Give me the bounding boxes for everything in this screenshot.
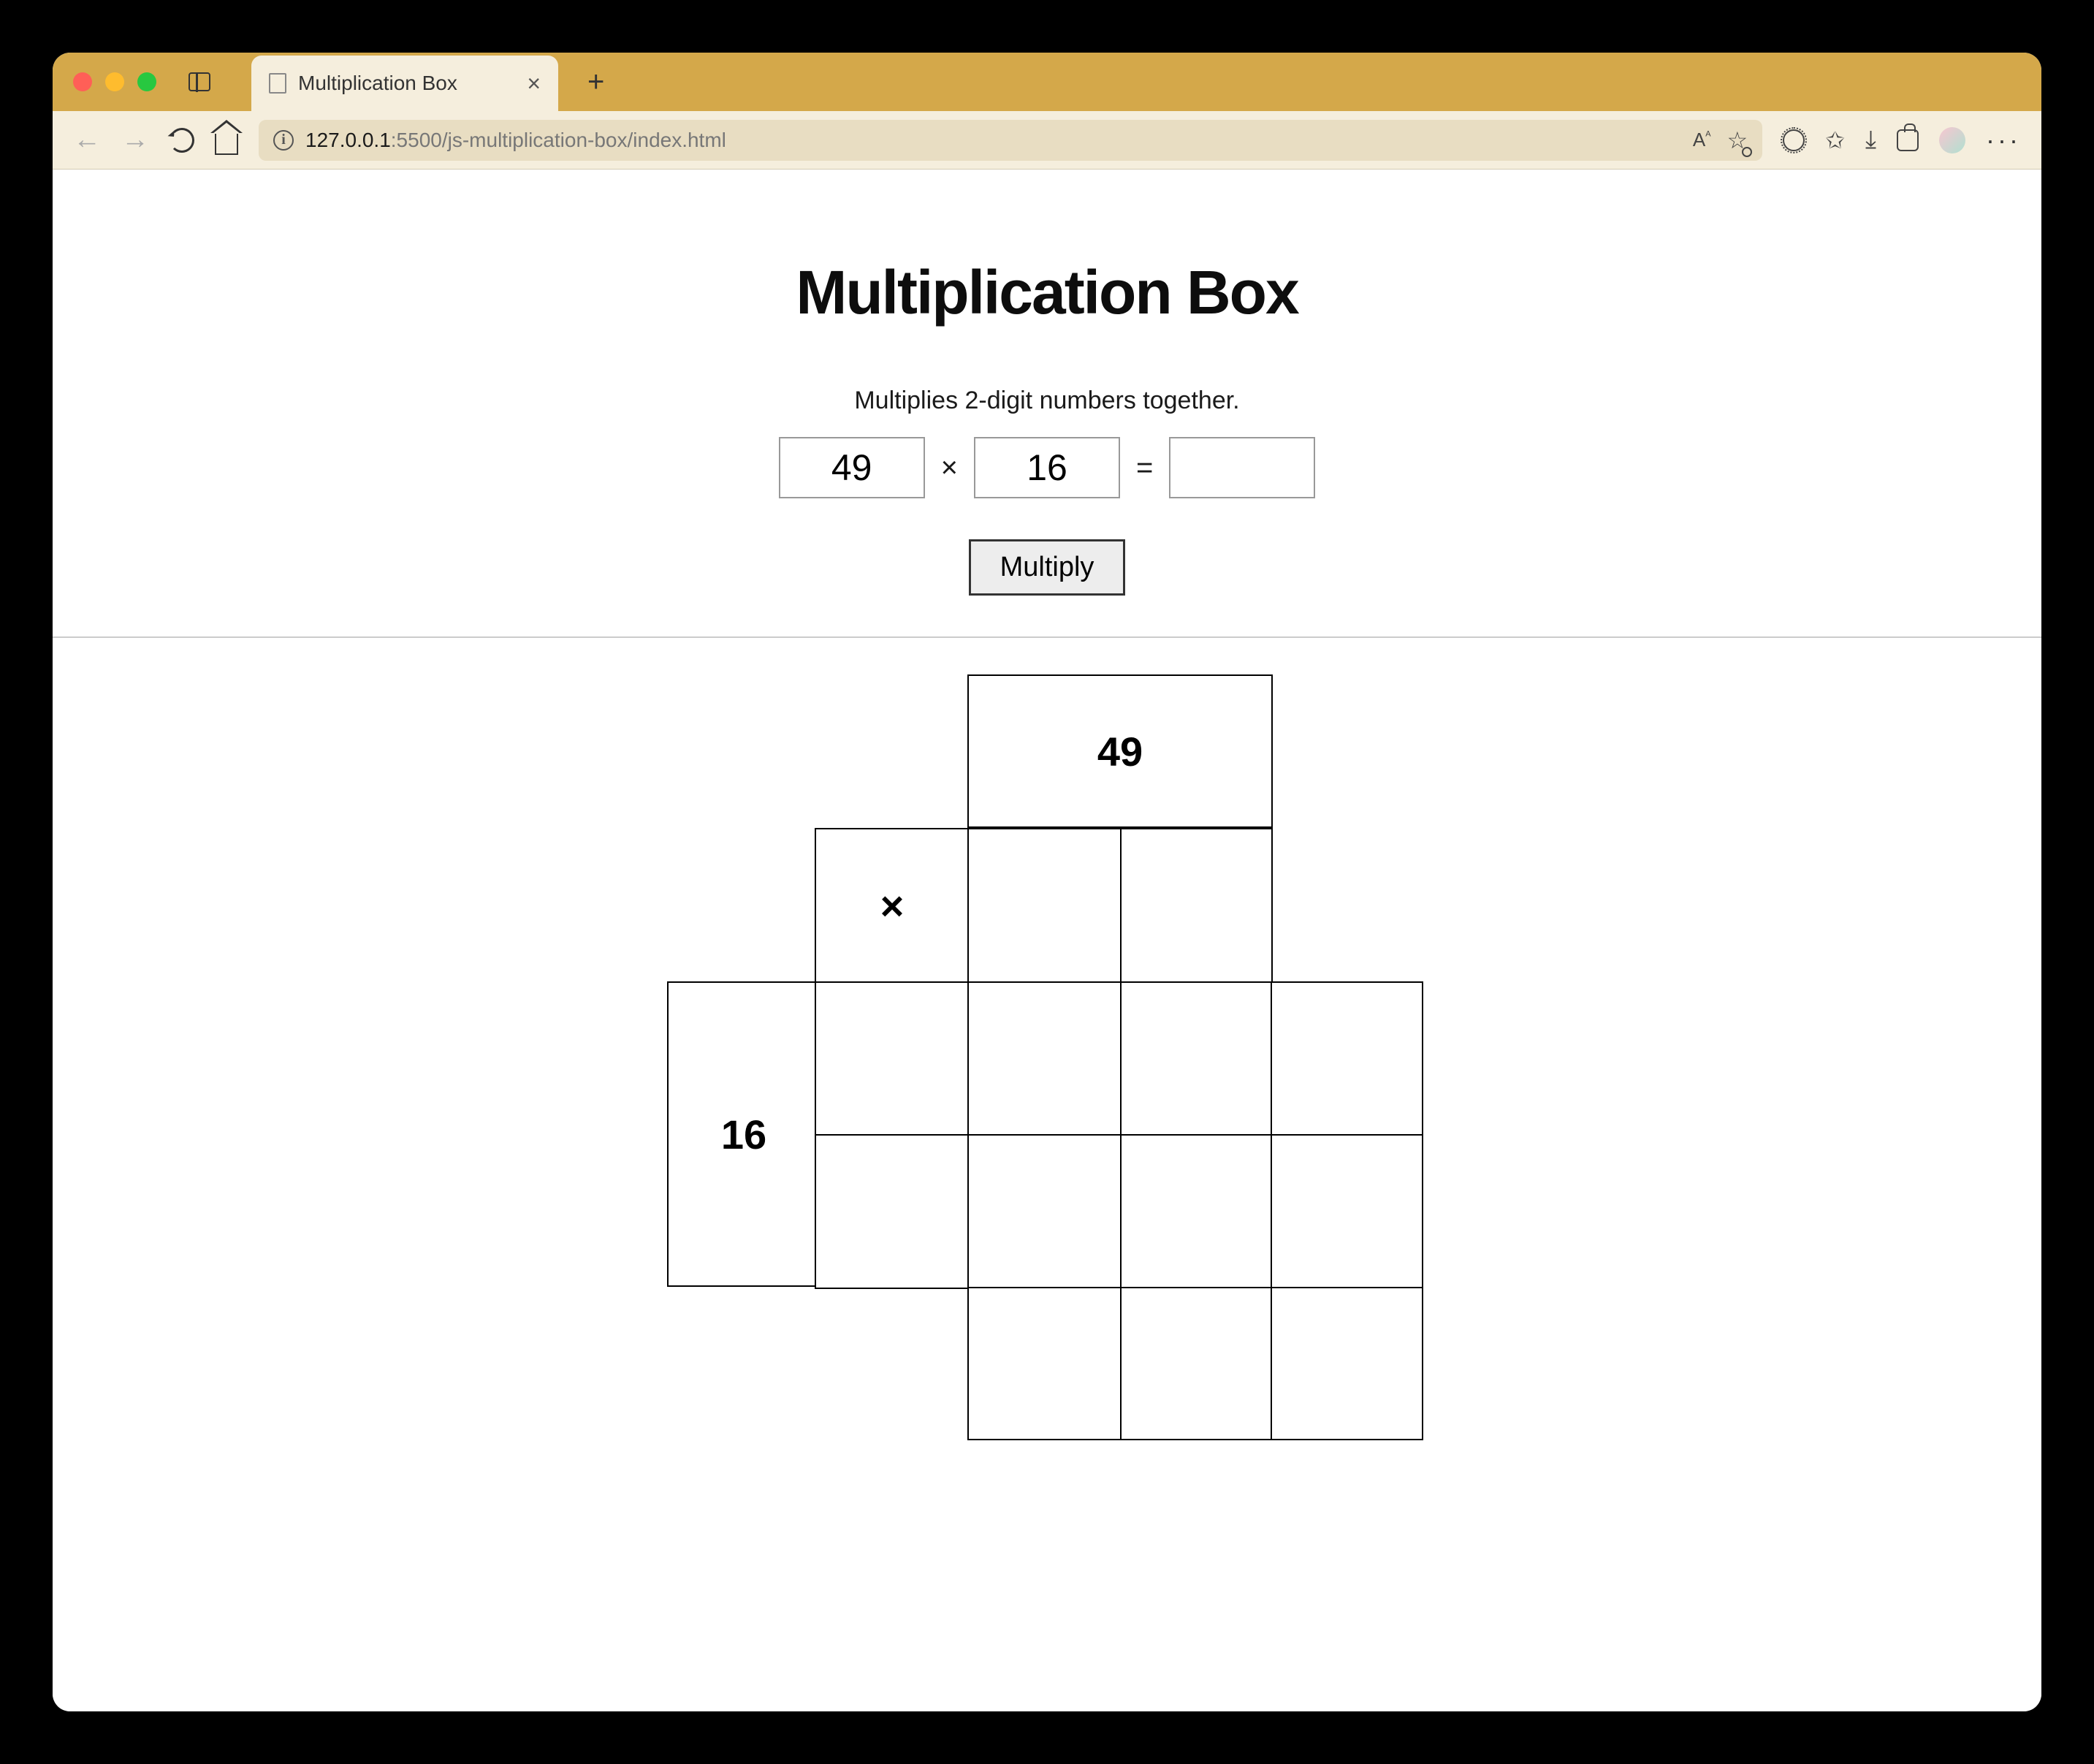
page-content: Multiplication Box Multiplies 2-digit nu…: [53, 170, 2041, 1449]
diagram-times-cell: ×: [815, 828, 970, 984]
diagram-cell-r4c2: [967, 1287, 1122, 1440]
diagram-cell-r2c4: [1271, 981, 1423, 1136]
page-icon: [269, 73, 286, 94]
operand-b-input[interactable]: [974, 437, 1120, 498]
window-controls: [73, 72, 156, 91]
section-divider: [53, 636, 2041, 638]
diagram-cell-r2c3: [1120, 981, 1273, 1136]
browser-window: Multiplication Box × + ← → i 127.0.0.1:5…: [53, 53, 2041, 1711]
browser-toolbar: ← → i 127.0.0.1:5500/js-multiplication-b…: [53, 111, 2041, 170]
diagram-cell-r2c2: [967, 981, 1122, 1136]
tab-overview-icon[interactable]: [189, 72, 210, 91]
downloads-icon[interactable]: ⤓: [1865, 126, 1876, 154]
address-bar[interactable]: i 127.0.0.1:5500/js-multiplication-box/i…: [259, 120, 1762, 161]
tab-title: Multiplication Box: [298, 72, 515, 95]
diagram-cell-r3c3: [1120, 1134, 1273, 1289]
diagram-cell-r3c2: [967, 1134, 1122, 1289]
multiplication-diagram: 49 16 ×: [667, 674, 1427, 1449]
result-input[interactable]: [1169, 437, 1315, 498]
profile-avatar-icon[interactable]: [1939, 127, 1965, 153]
favorite-star-icon[interactable]: ☆: [1727, 126, 1748, 154]
page-viewport: Multiplication Box Multiplies 2-digit nu…: [53, 170, 2041, 1711]
page-title: Multiplication Box: [53, 257, 2041, 328]
url-text: 127.0.0.1:5500/js-multiplication-box/ind…: [305, 129, 726, 152]
forward-icon[interactable]: →: [121, 124, 149, 156]
input-row: × =: [53, 437, 2041, 498]
titlebar: Multiplication Box × +: [53, 53, 2041, 111]
tab-close-icon[interactable]: ×: [527, 70, 541, 97]
diagram-cell-r1c3: [1120, 828, 1273, 984]
url-path: :5500/js-multiplication-box/index.html: [391, 129, 726, 151]
text-size-icon[interactable]: Aᴬ: [1693, 129, 1711, 151]
operand-a-input[interactable]: [779, 437, 925, 498]
times-symbol: ×: [937, 452, 962, 484]
diagram-top-value: 49: [967, 674, 1273, 828]
page-subtitle: Multiplies 2-digit numbers together.: [53, 387, 2041, 415]
diagram-cell-r1c2: [967, 828, 1122, 984]
url-host: 127.0.0.1: [305, 129, 391, 151]
home-icon[interactable]: [215, 133, 238, 155]
diagram-left-value: 16: [667, 981, 821, 1287]
more-menu-icon[interactable]: ···: [1986, 125, 2021, 156]
minimize-window-icon[interactable]: [105, 72, 124, 91]
favorites-icon[interactable]: ✩: [1825, 126, 1845, 154]
reload-icon[interactable]: [170, 128, 194, 153]
browser-tab[interactable]: Multiplication Box ×: [251, 56, 558, 111]
diagram-cell-r4c4: [1271, 1287, 1423, 1440]
multiply-button[interactable]: Multiply: [969, 539, 1126, 596]
diagram-cell-r3c1: [815, 1134, 970, 1289]
new-tab-icon[interactable]: +: [587, 66, 604, 99]
site-info-icon[interactable]: i: [273, 130, 294, 151]
diagram-cell-r4c3: [1120, 1287, 1273, 1440]
diagram-cell-r2c1: [815, 981, 970, 1136]
close-window-icon[interactable]: [73, 72, 92, 91]
equals-symbol: =: [1132, 452, 1157, 484]
extensions-icon[interactable]: [1897, 129, 1919, 151]
gear-icon[interactable]: [1783, 129, 1805, 151]
maximize-window-icon[interactable]: [137, 72, 156, 91]
diagram-cell-r3c4: [1271, 1134, 1423, 1289]
back-icon[interactable]: ←: [73, 124, 101, 156]
